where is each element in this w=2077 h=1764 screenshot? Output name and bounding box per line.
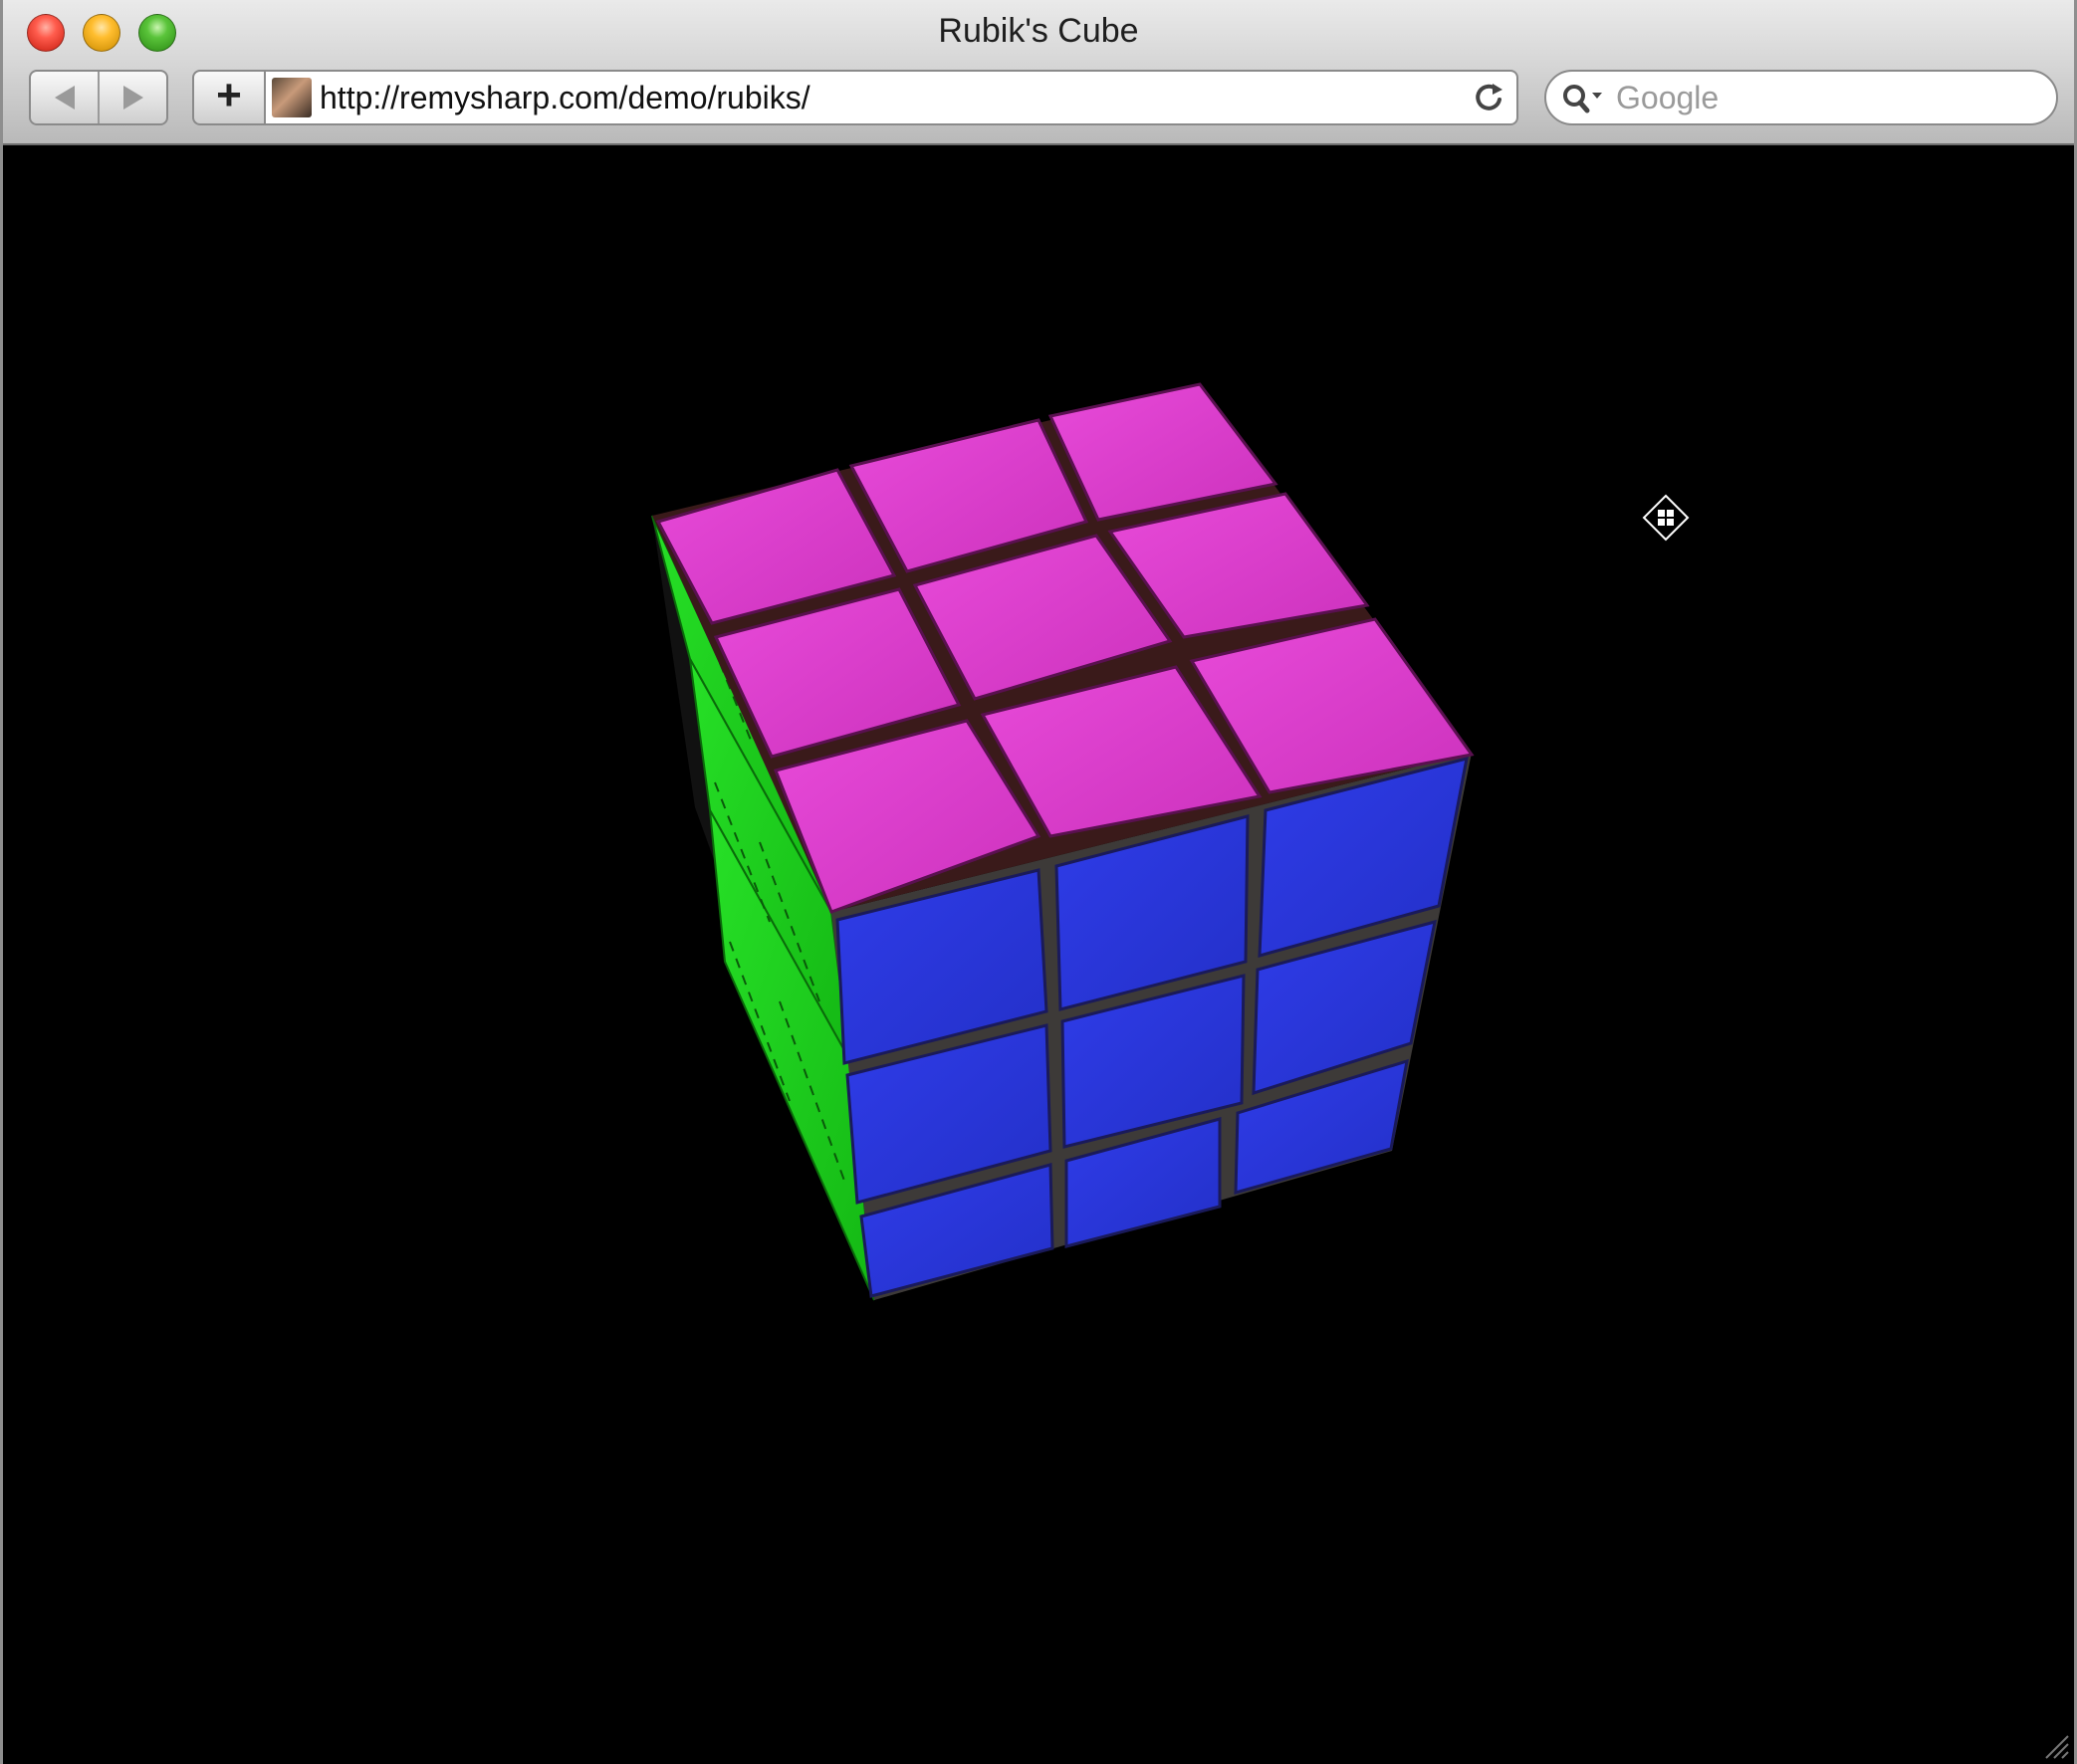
browser-window: Rubik's Cube + http://remysharp.com/demo…	[0, 0, 2077, 1764]
search-icon[interactable]	[1560, 81, 1608, 116]
search-field[interactable]	[1544, 70, 2058, 125]
url-text[interactable]: http://remysharp.com/demo/rubiks/	[320, 80, 810, 116]
title-toolbar: Rubik's Cube + http://remysharp.com/demo…	[3, 0, 2074, 145]
move-cursor-icon	[1642, 494, 1690, 542]
back-arrow-icon	[54, 86, 75, 110]
page-content	[3, 145, 2074, 1764]
window-title: Rubik's Cube	[938, 12, 1139, 50]
rubiks-cube-canvas[interactable]	[3, 145, 2074, 1764]
back-forward-group	[29, 70, 168, 125]
reload-icon[interactable]	[1469, 78, 1508, 117]
address-bar[interactable]: http://remysharp.com/demo/rubiks/	[264, 70, 1518, 125]
resize-grip-icon[interactable]	[2038, 1728, 2070, 1760]
add-bookmark-button[interactable]: +	[192, 70, 264, 125]
site-favicon-icon	[272, 78, 312, 117]
back-button[interactable]	[31, 72, 98, 123]
forward-arrow-icon	[122, 86, 143, 110]
search-input[interactable]	[1616, 78, 2034, 117]
forward-button[interactable]	[98, 72, 166, 123]
